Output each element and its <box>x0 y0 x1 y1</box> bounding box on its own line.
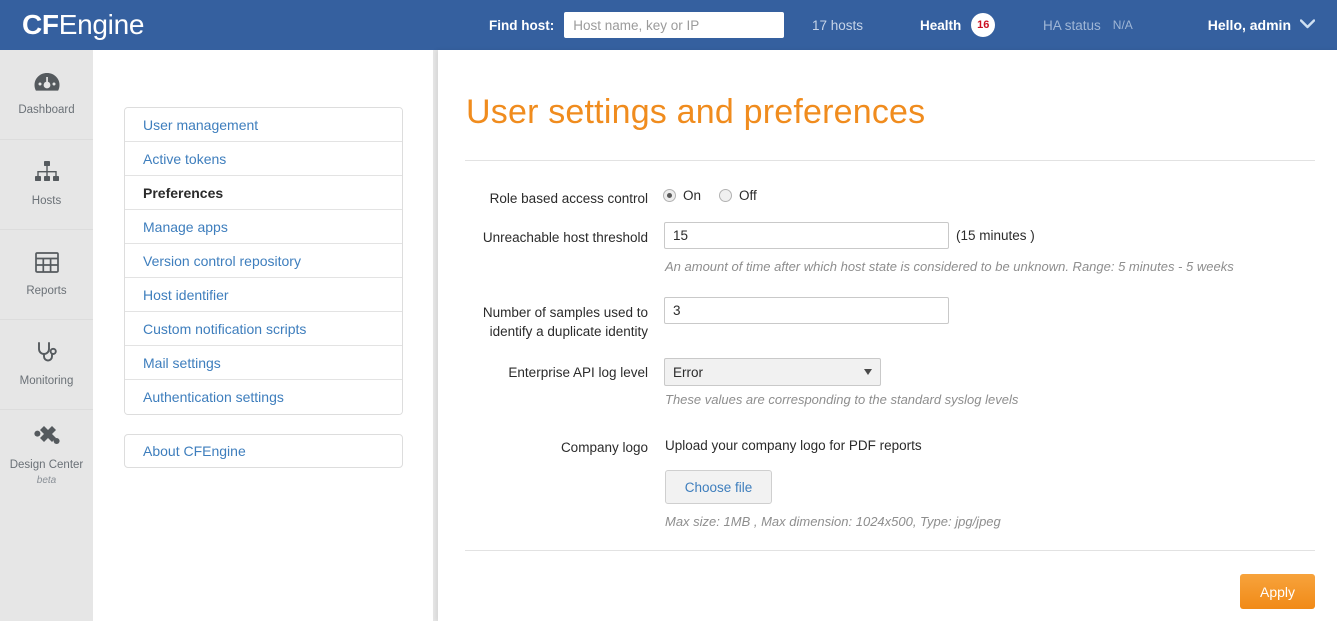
nav-item-label: Active tokens <box>143 150 227 167</box>
health-label: Health <box>920 17 962 33</box>
unreachable-host-threshold-suffix: (15 minutes ) <box>956 228 1035 243</box>
api-log-level-label: Enterprise API log level <box>508 365 648 380</box>
title-divider <box>465 160 1315 161</box>
radio-selected-icon[interactable] <box>663 189 676 202</box>
nav-item-version-control-repository[interactable]: Version control repository <box>125 244 402 278</box>
logo-engine-text: Engine <box>58 9 145 40</box>
rbac-label: Role based access control <box>489 191 648 206</box>
radio-unselected-icon[interactable] <box>719 189 733 202</box>
apply-button[interactable]: Apply <box>1240 574 1315 609</box>
ha-status-group: HA status N/A <box>1043 0 1133 50</box>
sidebar-item-label: Design Center <box>9 458 84 471</box>
health-count-badge: 16 <box>971 13 996 37</box>
duplicate-identity-samples-input[interactable] <box>664 297 949 324</box>
find-host-label: Find host: <box>489 17 555 33</box>
sidebar-item-beta-label: beta <box>36 474 57 486</box>
rbac-option-off[interactable]: Off <box>719 188 757 203</box>
chevron-down-icon <box>1299 16 1316 34</box>
nav-item-label: Manage apps <box>143 218 228 235</box>
stethoscope-icon <box>36 341 58 368</box>
sidebar-item-label: Monitoring <box>19 375 74 387</box>
hosts-count-link[interactable]: 17 hosts <box>812 0 863 50</box>
nav-item-authentication-settings[interactable]: Authentication settings <box>125 380 402 414</box>
nav-item-host-identifier[interactable]: Host identifier <box>125 278 402 312</box>
about-cfengine-label: About CFEngine <box>143 443 246 459</box>
apply-button-label: Apply <box>1259 583 1296 600</box>
nav-item-label: Mail settings <box>143 354 221 371</box>
sidebar-item-hosts[interactable]: Hosts <box>0 140 93 230</box>
unreachable-host-threshold-hint: An amount of time after which host state… <box>665 259 1234 274</box>
cfengine-logo[interactable]: CFEngine <box>22 6 144 44</box>
settings-nav-list: User management Active tokens Preference… <box>124 107 403 415</box>
settings-content-panel: User settings and preferences Role based… <box>438 50 1337 621</box>
user-greeting-label: Hello, admin <box>1207 17 1291 33</box>
nav-item-label: User management <box>143 116 259 133</box>
duplicate-identity-samples-label-line1: Number of samples used to <box>482 305 648 320</box>
nav-item-label: Host identifier <box>143 286 229 303</box>
puzzle-icon <box>33 425 60 452</box>
find-host-input[interactable] <box>564 12 785 38</box>
rbac-option-on[interactable]: On <box>663 188 701 203</box>
company-logo-description: Upload your company logo for PDF reports <box>665 438 922 453</box>
nav-item-about-cfengine[interactable]: About CFEngine <box>124 434 403 468</box>
health-status-group[interactable]: Health 16 <box>920 0 996 50</box>
unreachable-host-threshold-input[interactable] <box>664 222 949 249</box>
sidebar-item-dashboard[interactable]: Dashboard <box>0 50 93 140</box>
nav-item-mail-settings[interactable]: Mail settings <box>125 346 402 380</box>
logo-cf-text: CF <box>22 9 59 40</box>
user-menu[interactable]: Hello, admin <box>1207 0 1316 50</box>
sidebar-item-monitoring[interactable]: Monitoring <box>0 320 93 410</box>
api-log-level-value: Error <box>673 364 703 380</box>
sidebar-item-reports[interactable]: Reports <box>0 230 93 320</box>
nav-item-manage-apps[interactable]: Manage apps <box>125 210 402 244</box>
table-grid-icon <box>34 251 59 278</box>
gauge-icon <box>34 72 60 97</box>
chevron-down-icon <box>864 369 872 375</box>
nav-item-custom-notification-scripts[interactable]: Custom notification scripts <box>125 312 402 346</box>
settings-nav-panel: User management Active tokens Preference… <box>93 50 433 621</box>
api-log-level-hint: These values are corresponding to the st… <box>665 392 1019 407</box>
rbac-option-off-label: Off <box>739 188 757 203</box>
form-bottom-divider <box>465 550 1315 551</box>
nav-item-preferences[interactable]: Preferences <box>125 176 402 210</box>
unreachable-host-threshold-label: Unreachable host threshold <box>482 230 648 245</box>
find-host-group: Find host: <box>489 0 785 50</box>
nav-item-label: Authentication settings <box>143 389 284 405</box>
page-title: User settings and preferences <box>466 93 926 131</box>
nav-item-label: Custom notification scripts <box>143 320 307 337</box>
sidebar-item-label: Reports <box>26 284 67 297</box>
api-log-level-select[interactable]: Error <box>664 358 881 386</box>
nav-item-label: Version control repository <box>143 252 301 269</box>
ha-status-value: N/A <box>1112 18 1133 32</box>
duplicate-identity-samples-label-line2: identify a duplicate identity <box>489 324 648 339</box>
sidebar-item-design-center[interactable]: Design Center beta <box>0 410 93 500</box>
rbac-option-on-label: On <box>683 188 702 203</box>
choose-file-button[interactable]: Choose file <box>665 470 772 504</box>
company-logo-hint: Max size: 1MB , Max dimension: 1024x500,… <box>665 514 1001 529</box>
main-sidebar: Dashboard Hosts Reports Monitoring Desig… <box>0 50 93 621</box>
sidebar-item-label: Dashboard <box>18 104 75 116</box>
hosts-count-label: 17 hosts <box>812 17 864 33</box>
choose-file-button-label: Choose file <box>684 479 753 495</box>
sidebar-item-label: Hosts <box>31 195 62 207</box>
top-header-bar: CFEngine Find host: 17 hosts Health 16 H… <box>0 0 1337 50</box>
duplicate-identity-samples-label: Number of samples used to identify a dup… <box>438 303 648 341</box>
rbac-radio-group: On Off <box>663 188 757 203</box>
company-logo-label: Company logo <box>560 440 648 455</box>
ha-status-label: HA status <box>1043 17 1101 33</box>
sitemap-icon <box>34 161 59 188</box>
nav-item-user-management[interactable]: User management <box>125 108 402 142</box>
nav-item-label: Preferences <box>143 184 224 201</box>
nav-item-active-tokens[interactable]: Active tokens <box>125 142 402 176</box>
